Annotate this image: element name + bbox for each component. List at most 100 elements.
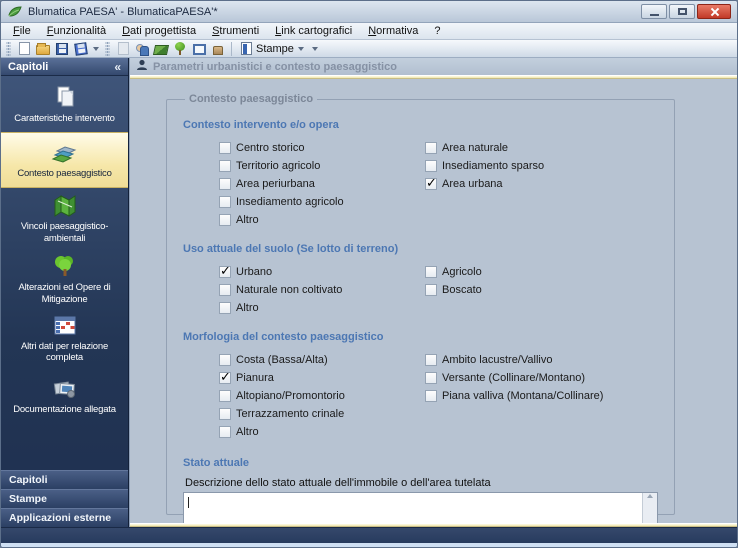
sidebar-item-altri-dati-per-relazione-completa[interactable]: Altri dati per relazione completa bbox=[1, 310, 128, 369]
checkbox-row[interactable]: Area periurbana bbox=[219, 175, 425, 193]
sidebar-item-caratteristiche-intervento[interactable]: Caratteristiche intervento bbox=[1, 76, 128, 132]
sidebar-item-vincoli-paesaggistico-ambientali[interactable]: Vincoli paesaggistico-ambientali bbox=[1, 188, 128, 249]
menu-file[interactable]: File bbox=[5, 24, 39, 38]
minimize-button[interactable] bbox=[641, 4, 667, 19]
checkbox-row[interactable]: Agricolo bbox=[425, 263, 658, 281]
checkbox-label: Area naturale bbox=[442, 142, 509, 154]
checkbox-altro-uso[interactable] bbox=[219, 302, 231, 314]
menu-funzionalita[interactable]: Funzionalità bbox=[39, 24, 114, 38]
checkbox-row[interactable]: Altopiano/Promontorio bbox=[219, 387, 425, 405]
checkbox-row[interactable]: Area naturale bbox=[425, 139, 658, 157]
checkbox-label: Territorio agricolo bbox=[236, 160, 321, 172]
scroll-up-icon[interactable] bbox=[647, 494, 653, 498]
collapse-chevron-icon[interactable]: « bbox=[114, 60, 121, 74]
menu-link-cartografici[interactable]: Link cartografici bbox=[267, 24, 360, 38]
save-button[interactable] bbox=[53, 41, 71, 57]
menu-help[interactable]: ? bbox=[426, 24, 448, 38]
checkbox-row[interactable]: Naturale non coltivato bbox=[219, 281, 425, 299]
map-layers-icon bbox=[51, 141, 79, 165]
groupbox-contesto-paesaggistico: Contesto paesaggistico Contesto interven… bbox=[166, 93, 675, 523]
new-document-button[interactable] bbox=[15, 41, 33, 57]
checkbox-label: Naturale non coltivato bbox=[236, 284, 343, 296]
toolbar-overflow-button[interactable] bbox=[310, 41, 320, 57]
open-folder-button[interactable] bbox=[34, 41, 52, 57]
checkbox-terrazzamento-crinale[interactable] bbox=[219, 408, 231, 420]
checkbox-ambito-lacustre[interactable] bbox=[425, 354, 437, 366]
checkbox-insediamento-sparso[interactable] bbox=[425, 160, 437, 172]
menu-dati-progettista[interactable]: Dati progettista bbox=[114, 24, 204, 38]
checkbox-row[interactable]: Centro storico bbox=[219, 139, 425, 157]
checkbox-naturale-non-coltivato[interactable] bbox=[219, 284, 231, 296]
sidebar-item-alterazioni-ed-opere-di-mitigazione[interactable]: Alterazioni ed Opere di Mitigazione bbox=[1, 249, 128, 310]
checkbox-row[interactable]: Terrazzamento crinale bbox=[219, 405, 425, 423]
checkbox-altopiano-promontorio[interactable] bbox=[219, 390, 231, 402]
checkbox-agricolo[interactable] bbox=[425, 266, 437, 278]
checkbox-altro-contesto[interactable] bbox=[219, 214, 231, 226]
maximize-button[interactable] bbox=[669, 4, 695, 19]
checkbox-row[interactable]: Insediamento sparso bbox=[425, 157, 658, 175]
sidebar-item-documentazione-allegata[interactable]: Documentazione allegata bbox=[1, 368, 128, 424]
stamp-icon bbox=[213, 46, 223, 55]
sidebar-item-label: Vincoli paesaggistico-ambientali bbox=[20, 221, 109, 244]
checkbox-row[interactable]: Insediamento agricolo bbox=[219, 193, 425, 211]
window-title: Blumatica PAESA' - BlumaticaPAESA'* bbox=[28, 5, 218, 18]
checkbox-costa[interactable] bbox=[219, 354, 231, 366]
checkbox-row[interactable]: Altro bbox=[219, 299, 425, 317]
menu-strumenti[interactable]: Strumenti bbox=[204, 24, 267, 38]
toolbar-overflow-button[interactable] bbox=[91, 41, 101, 57]
section-contesto-intervento: Contesto intervento e/o opera Centro sto… bbox=[183, 119, 658, 229]
checkbox-versante[interactable] bbox=[425, 372, 437, 384]
chevron-down-icon bbox=[311, 46, 318, 51]
stampe-dropdown-button[interactable]: Stampe bbox=[236, 41, 309, 57]
stamp-button[interactable] bbox=[209, 41, 227, 57]
checkbox-territorio-agricolo[interactable] bbox=[219, 160, 231, 172]
section-title: Stato attuale bbox=[183, 457, 250, 469]
checkbox-row[interactable]: Territorio agricolo bbox=[219, 157, 425, 175]
checkbox-label: Altro bbox=[236, 302, 259, 314]
checkbox-boscato[interactable] bbox=[425, 284, 437, 296]
sidebar-panel-button-applicazioni-esterne[interactable]: Applicazioni esterne bbox=[1, 508, 128, 527]
maximize-icon bbox=[677, 8, 687, 15]
checkbox-area-naturale[interactable] bbox=[425, 142, 437, 154]
users-button[interactable] bbox=[133, 41, 151, 57]
map-button[interactable] bbox=[152, 41, 170, 57]
checkbox-label: Altopiano/Promontorio bbox=[236, 390, 345, 402]
sidebar-panel-button-capitoli[interactable]: Capitoli bbox=[1, 470, 128, 489]
checkbox-row[interactable]: Ambito lacustre/Vallivo bbox=[425, 351, 658, 369]
stato-description-textarea[interactable] bbox=[183, 492, 658, 523]
checkbox-altro-morfologia[interactable] bbox=[219, 426, 231, 438]
copy-button[interactable] bbox=[114, 41, 132, 57]
toolbar-grip[interactable] bbox=[105, 41, 110, 56]
checkbox-row[interactable]: Boscato bbox=[425, 281, 658, 299]
save-all-button[interactable] bbox=[72, 41, 90, 57]
section-title: Uso attuale del suolo (Se lotto di terre… bbox=[183, 243, 399, 255]
toolbar-grip[interactable] bbox=[6, 41, 11, 56]
checkbox-area-periurbana[interactable] bbox=[219, 178, 231, 190]
textarea-scrollbar[interactable] bbox=[642, 493, 657, 523]
checkbox-row[interactable]: Versante (Collinare/Montano) bbox=[425, 369, 658, 387]
window-tool-button[interactable] bbox=[190, 41, 208, 57]
checkbox-row[interactable]: Pianura bbox=[219, 369, 425, 387]
checkbox-area-urbana[interactable] bbox=[425, 176, 437, 191]
checkbox-row[interactable]: Urbano bbox=[219, 263, 425, 281]
checkbox-piana-valliva[interactable] bbox=[425, 390, 437, 402]
main-panel-header: Parametri urbanistici e contesto paesagg… bbox=[130, 58, 737, 75]
checkbox-label: Piana valliva (Montana/Collinare) bbox=[442, 390, 604, 402]
checkbox-row[interactable]: Piana valliva (Montana/Collinare) bbox=[425, 387, 658, 405]
checkbox-row[interactable]: Altro bbox=[219, 211, 425, 229]
sidebar-capitoli: Capitoli « Caratteristiche intervento Co… bbox=[1, 58, 129, 527]
checkbox-row[interactable]: Area urbana bbox=[425, 175, 658, 193]
sidebar-panel-button-stampe[interactable]: Stampe bbox=[1, 489, 128, 508]
close-button[interactable] bbox=[697, 4, 731, 19]
checkbox-row[interactable]: Costa (Bassa/Alta) bbox=[219, 351, 425, 369]
sidebar-item-contesto-paesaggistico[interactable]: Contesto paesaggistico bbox=[1, 132, 128, 188]
main-panel: Parametri urbanistici e contesto paesagg… bbox=[129, 58, 737, 527]
plant-button[interactable] bbox=[171, 41, 189, 57]
checkbox-pianura[interactable] bbox=[219, 370, 231, 385]
menu-normativa[interactable]: Normativa bbox=[360, 24, 426, 38]
checkbox-row[interactable]: Altro bbox=[219, 423, 425, 441]
checkbox-urbano[interactable] bbox=[219, 264, 231, 279]
checkbox-insediamento-agricolo[interactable] bbox=[219, 196, 231, 208]
checkbox-label: Costa (Bassa/Alta) bbox=[236, 354, 328, 366]
checkbox-centro-storico[interactable] bbox=[219, 142, 231, 154]
